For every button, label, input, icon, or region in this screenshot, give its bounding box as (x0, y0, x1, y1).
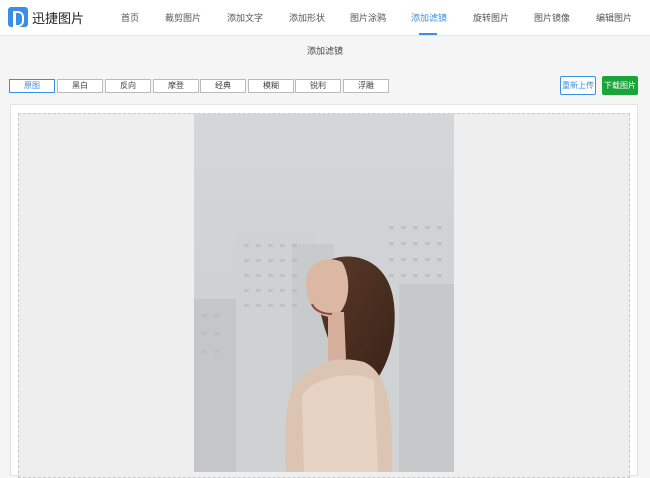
filter-blur[interactable]: 模糊 (248, 79, 294, 93)
nav-item-crop[interactable]: 裁剪图片 (165, 11, 201, 24)
reupload-button[interactable]: 重新上传 (560, 76, 596, 95)
nav-item-doodle[interactable]: 图片涂鸦 (350, 11, 386, 24)
logo-icon (8, 7, 28, 27)
download-button[interactable]: 下载图片 (602, 76, 638, 95)
nav-item-edit[interactable]: 编辑图片 (596, 11, 632, 24)
photo-icon (194, 114, 454, 472)
nav-item-add-shape[interactable]: 添加形状 (289, 11, 325, 24)
brand-name: 迅捷图片 (32, 12, 85, 27)
filter-modern[interactable]: 摩登 (153, 79, 199, 93)
nav-item-rotate[interactable]: 旋转图片 (473, 11, 509, 24)
nav-item-mirror[interactable]: 图片镜像 (534, 11, 570, 24)
photo-image (194, 114, 454, 472)
nav-item-add-filter[interactable]: 添加滤镜 (411, 11, 447, 24)
filter-invert[interactable]: 反向 (105, 79, 151, 93)
nav-item-add-text[interactable]: 添加文字 (227, 11, 263, 24)
nav-item-home[interactable]: 首页 (121, 11, 139, 24)
filter-black-white[interactable]: 黑白 (57, 79, 103, 93)
nav-active-indicator (419, 33, 437, 35)
filter-classic[interactable]: 经典 (200, 79, 246, 93)
filter-original[interactable]: 原图 (9, 79, 55, 93)
top-nav-bar: 迅捷图片 首页 裁剪图片 添加文字 添加形状 图片涂鸦 添加滤镜 旋转图片 图片… (0, 0, 650, 36)
filter-sharpen[interactable]: 锐利 (295, 79, 341, 93)
filter-emboss[interactable]: 浮雕 (343, 79, 389, 93)
page-title: 添加滤镜 (306, 47, 343, 57)
